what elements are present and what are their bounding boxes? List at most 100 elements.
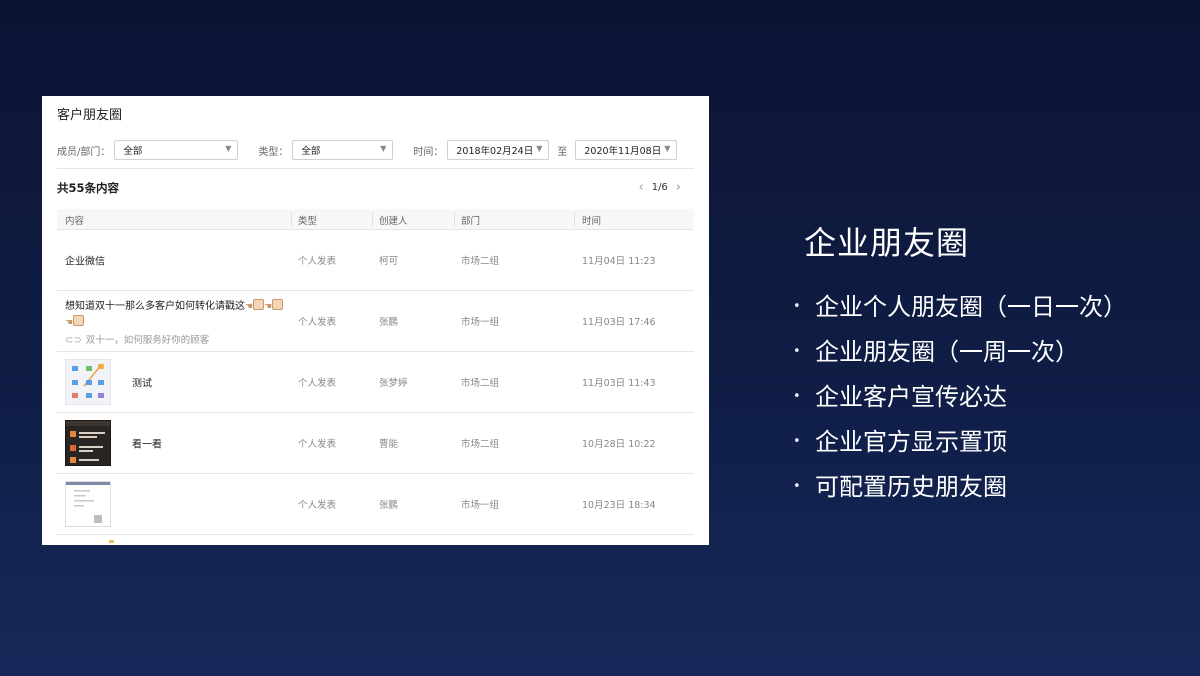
column-header-dept: 部门 [461, 216, 481, 227]
row-time: 10月28日 10:22 [582, 439, 656, 450]
row-dept: 市场二组 [461, 378, 500, 389]
type-select[interactable]: 全部 ▼ [292, 140, 394, 160]
table-row[interactable]: 个人发表 张鹏 市场一组 10月23日 18:34 [57, 474, 694, 535]
row-type: 个人发表 [298, 378, 337, 389]
pointing-hand-icon: ☚ [65, 318, 74, 328]
feature-item: • 企业客户宣传必达 [793, 374, 1127, 419]
thumbnail-fragment [109, 540, 114, 543]
image-thumbnail[interactable] [65, 481, 111, 527]
table-row-partial [57, 535, 694, 545]
row-dept: 市场二组 [461, 439, 500, 450]
bullet-icon: • [793, 343, 801, 359]
column-divider [291, 212, 292, 226]
chevron-down-icon: ▼ [380, 144, 387, 153]
link-title: 双十一，如何服务好你的顾客 [85, 335, 210, 346]
row-creator: 张鹏 [379, 317, 399, 328]
feature-text: 企业朋友圈（一周一次） [815, 337, 1079, 366]
pointing-hand-icon: ☚ [245, 302, 254, 312]
start-date-select[interactable]: 2018年02月24日 ▼ [447, 140, 550, 160]
chat-preview [66, 421, 110, 463]
member-select[interactable]: 全部 ▼ [114, 140, 239, 160]
feature-text: 企业客户宣传必达 [815, 382, 1007, 411]
chevron-down-icon: ▼ [225, 144, 232, 153]
table-row[interactable]: 想知道双十一那么多客户如何转化请戳这☚ ☚ ☚ ⊂⊃ 双十一，如何服务好你的顾客 … [57, 291, 694, 352]
feature-item: • 企业官方显示置顶 [793, 419, 1127, 464]
moments-table: 内容 类型 创建人 部门 时间 企业微信 个人发表 柯可 市场二组 11月04日… [57, 209, 694, 545]
row-dept: 市场一组 [461, 317, 500, 328]
column-divider [372, 212, 373, 226]
total-count: 共55条内容 [57, 181, 120, 195]
bullet-icon: • [793, 433, 801, 449]
emoji-icon [253, 299, 265, 310]
app-grid-preview [72, 363, 104, 398]
member-select-value: 全部 [123, 146, 143, 157]
table-row[interactable]: 测试 个人发表 张梦婷 市场二组 11月03日 11:43 [57, 352, 694, 413]
row-content: 企业微信 [65, 256, 105, 268]
column-header-type: 类型 [298, 216, 318, 227]
row-time: 11月04日 11:23 [582, 256, 656, 267]
pointing-hand-icon: ☚ [264, 302, 273, 312]
type-filter-label: 类型： [258, 146, 289, 158]
row-type: 个人发表 [298, 439, 337, 450]
row-creator: 张梦婷 [379, 378, 408, 389]
row-content: 测试 [132, 378, 152, 390]
image-thumbnail[interactable] [65, 359, 111, 405]
emoji-icon [73, 315, 85, 326]
chevron-down-icon: ▼ [536, 144, 543, 153]
chevron-right-icon[interactable]: › [676, 180, 681, 195]
feature-item: • 企业个人朋友圈（一日一次） [793, 284, 1127, 329]
bullet-icon: • [793, 298, 801, 314]
table-row[interactable]: 看一看 个人发表 曹能 市场二组 10月28日 10:22 [57, 413, 694, 474]
row-time: 11月03日 17:46 [582, 317, 656, 328]
row-type: 个人发表 [298, 317, 337, 328]
bullet-icon: • [793, 478, 801, 494]
row-content: 想知道双十一那么多客户如何转化请戳这☚ ☚ ☚ ⊂⊃ 双十一，如何服务好你的顾客 [65, 299, 290, 348]
member-filter-label: 成员/部门： [57, 146, 111, 158]
to-label: 至 [557, 146, 568, 158]
column-header-creator: 创建人 [379, 216, 408, 227]
chevron-left-icon[interactable]: ‹ [639, 180, 644, 195]
bullet-icon: • [793, 388, 801, 404]
feature-item: • 可配置历史朋友圈 [793, 464, 1127, 509]
feature-item: • 企业朋友圈（一周一次） [793, 329, 1127, 374]
image-thumbnail[interactable] [65, 420, 111, 466]
page-indicator: 1/6 [651, 182, 668, 193]
row-creator: 张鹏 [379, 500, 399, 511]
feature-text: 企业个人朋友圈（一日一次） [815, 292, 1127, 321]
type-select-value: 全部 [301, 146, 321, 157]
feature-text: 可配置历史朋友圈 [815, 472, 1007, 501]
feature-list: • 企业个人朋友圈（一日一次） • 企业朋友圈（一周一次） • 企业客户宣传必达 • 企… [793, 284, 1127, 509]
row-dept: 市场一组 [461, 500, 500, 511]
pagination: ‹ 1/6 › [631, 180, 690, 195]
end-date-select[interactable]: 2020年11月08日 ▼ [575, 140, 678, 160]
divider [57, 168, 694, 169]
row-type: 个人发表 [298, 256, 337, 267]
table-header: 内容 类型 创建人 部门 时间 [57, 209, 694, 230]
row-creator: 曹能 [379, 439, 399, 450]
link-attachment[interactable]: ⊂⊃ 双十一，如何服务好你的顾客 [65, 333, 290, 348]
column-header-time: 时间 [582, 216, 602, 227]
time-filter-label: 时间： [413, 146, 444, 158]
column-divider [574, 212, 575, 226]
customer-moments-panel: 客户朋友圈 成员/部门： 全部 ▼ 类型： 全部 ▼ 时间： 2018年02月2… [42, 96, 709, 545]
row-creator: 柯可 [379, 256, 399, 267]
column-header-content: 内容 [65, 216, 85, 227]
end-date-value: 2020年11月08日 [584, 146, 662, 157]
filter-bar: 成员/部门： 全部 ▼ 类型： 全部 ▼ 时间： 2018年02月24日 ▼ 至… [57, 139, 678, 161]
panel-title: 客户朋友圈 [57, 108, 123, 123]
row-content-text: 想知道双十一那么多客户如何转化请戳这 [65, 301, 245, 312]
row-time: 10月23日 18:34 [582, 500, 656, 511]
row-content: 看一看 [132, 439, 162, 451]
feature-text: 企业官方显示置顶 [815, 427, 1007, 456]
document-preview [66, 482, 110, 523]
slide-title: 企业朋友圈 [804, 224, 970, 262]
table-row[interactable]: 企业微信 个人发表 柯可 市场二组 11月04日 11:23 [57, 230, 694, 291]
emoji-icon [272, 299, 284, 310]
chevron-down-icon: ▼ [664, 144, 671, 153]
link-icon: ⊂⊃ [65, 335, 82, 346]
row-dept: 市场二组 [461, 256, 500, 267]
row-type: 个人发表 [298, 500, 337, 511]
start-date-value: 2018年02月24日 [456, 146, 534, 157]
row-time: 11月03日 11:43 [582, 378, 656, 389]
column-divider [454, 212, 455, 226]
